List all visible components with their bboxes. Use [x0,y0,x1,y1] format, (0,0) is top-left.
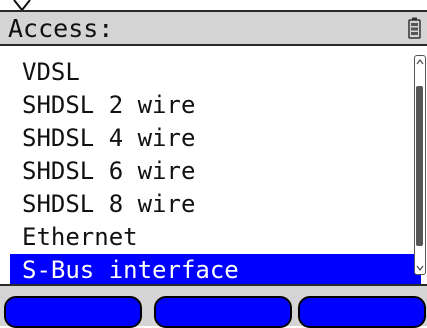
softkey-right-button[interactable] [298,296,426,328]
scroll-down-arrow-icon[interactable] [416,264,424,272]
softkey-bar [0,284,427,328]
menu-list-area: VDSL SHDSL 2 wire SHDSL 4 wire SHDSL 6 w… [0,48,427,287]
menu-item-shdsl-6-wire[interactable]: SHDSL 6 wire [0,155,413,188]
menu-item-s-bus-interface[interactable]: S-Bus interface [10,254,421,287]
scroll-up-arrow-icon[interactable] [416,58,424,66]
scrollbar-thumb[interactable] [416,86,423,246]
menu-item-shdsl-2-wire[interactable]: SHDSL 2 wire [0,89,413,122]
menu-list: VDSL SHDSL 2 wire SHDSL 4 wire SHDSL 6 w… [0,56,421,287]
battery-icon [408,17,421,39]
scrollbar[interactable] [414,55,426,275]
softkey-middle-button[interactable] [154,296,292,328]
softkey-left-button[interactable] [4,296,142,328]
menu-item-shdsl-4-wire[interactable]: SHDSL 4 wire [0,122,413,155]
title-bar: Access: [0,10,427,46]
menu-item-vdsl[interactable]: VDSL [0,56,413,89]
menu-item-ethernet[interactable]: Ethernet [0,221,413,254]
menu-item-shdsl-8-wire[interactable]: SHDSL 8 wire [0,188,413,221]
page-title: Access: [8,14,114,43]
device-screen: Access: VDSL SHDSL 2 wire SHDSL 4 wire S… [0,0,427,328]
